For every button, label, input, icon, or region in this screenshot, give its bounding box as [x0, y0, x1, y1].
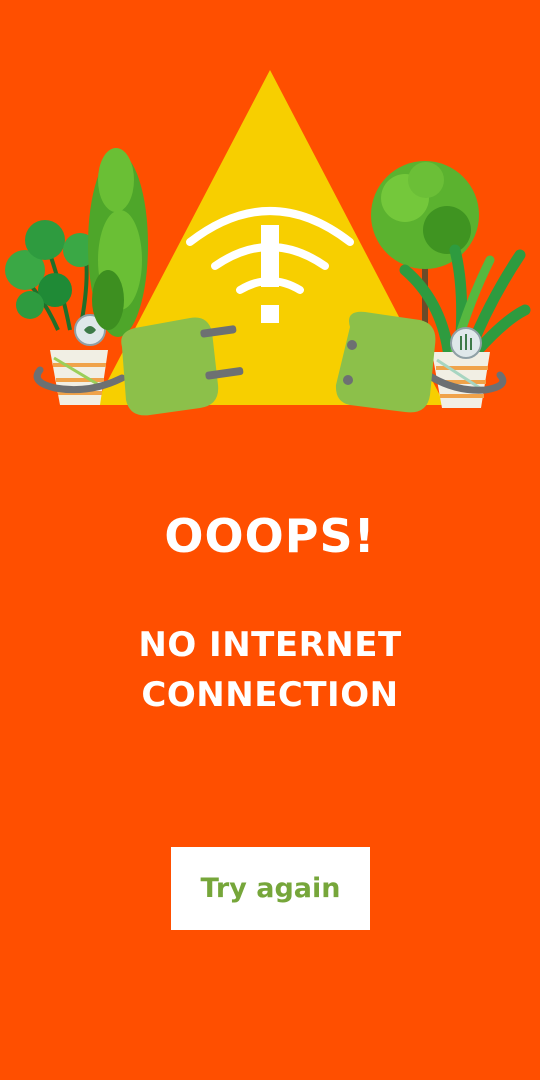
exclamation-bar [261, 225, 279, 287]
topiary-left [88, 148, 148, 337]
disconnected-illustration [5, 70, 531, 416]
error-title: OOOPS! [164, 509, 376, 563]
exclamation-dot [261, 305, 279, 323]
try-again-button[interactable]: Try again [171, 847, 370, 930]
no-connection-screen: OOOPS! NO INTERNET CONNECTION Try again [0, 0, 540, 1080]
error-message: NO INTERNET CONNECTION [0, 620, 540, 720]
error-message-line1: NO INTERNET [138, 625, 402, 665]
error-message-line2: CONNECTION [141, 675, 399, 715]
